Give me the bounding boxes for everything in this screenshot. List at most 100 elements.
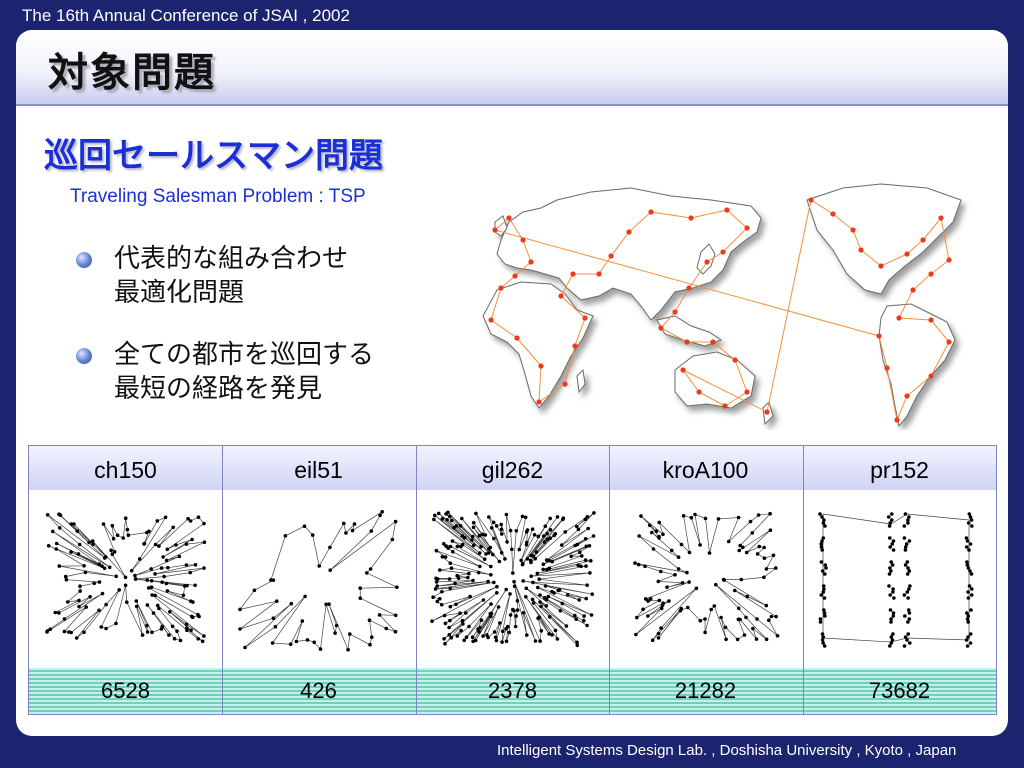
instance-name-gil262: gil262 bbox=[481, 457, 544, 483]
instance-name-ch150: ch150 bbox=[94, 457, 157, 483]
city-point bbox=[657, 534, 661, 539]
city-point bbox=[134, 599, 139, 603]
city-point bbox=[661, 601, 665, 605]
city-point bbox=[380, 510, 384, 514]
city-point bbox=[569, 554, 573, 559]
city-point bbox=[476, 570, 481, 575]
city-point bbox=[661, 532, 665, 537]
city-dot bbox=[572, 343, 578, 349]
city-point bbox=[524, 543, 529, 547]
city-point bbox=[324, 602, 328, 607]
city-dot bbox=[686, 285, 692, 291]
city-point bbox=[769, 614, 774, 619]
city-point bbox=[489, 573, 493, 577]
city-point bbox=[110, 523, 115, 528]
city-point bbox=[656, 579, 661, 584]
city-point bbox=[591, 534, 596, 538]
city-point bbox=[482, 557, 487, 561]
city-point bbox=[83, 570, 88, 575]
city-point bbox=[177, 554, 182, 559]
city-point bbox=[115, 533, 120, 538]
city-point bbox=[188, 570, 192, 575]
city-point bbox=[467, 624, 471, 629]
city-point bbox=[536, 616, 540, 621]
city-point bbox=[51, 529, 55, 534]
city-point bbox=[77, 604, 81, 609]
city-point bbox=[634, 632, 638, 637]
city-point bbox=[902, 644, 907, 648]
city-dot bbox=[514, 335, 520, 341]
city-point bbox=[524, 586, 529, 591]
city-point bbox=[888, 545, 892, 549]
city-point bbox=[289, 601, 294, 606]
city-point bbox=[188, 519, 193, 523]
city-point bbox=[72, 522, 76, 526]
city-point bbox=[820, 548, 824, 552]
city-point bbox=[167, 633, 171, 637]
city-point bbox=[582, 619, 586, 623]
city-point bbox=[888, 644, 892, 648]
city-dot bbox=[830, 211, 836, 217]
city-point bbox=[504, 639, 509, 644]
city-point bbox=[650, 530, 654, 535]
city-point bbox=[823, 524, 827, 528]
city-point bbox=[104, 626, 108, 631]
city-point bbox=[578, 550, 582, 555]
city-point bbox=[45, 629, 50, 633]
city-point bbox=[455, 634, 460, 638]
city-point bbox=[560, 543, 564, 547]
city-dot bbox=[684, 339, 690, 345]
city-point bbox=[483, 533, 488, 537]
city-point bbox=[443, 555, 448, 559]
city-point bbox=[76, 552, 81, 556]
tour-length-kroa100: 21282 bbox=[674, 678, 737, 703]
city-point bbox=[481, 634, 485, 638]
city-point bbox=[698, 543, 702, 547]
city-dot bbox=[492, 227, 498, 233]
city-point bbox=[575, 542, 580, 547]
city-point bbox=[82, 564, 86, 568]
city-point bbox=[823, 614, 827, 618]
city-point bbox=[735, 637, 740, 642]
city-point bbox=[395, 585, 399, 589]
tour-length-pr152: 73682 bbox=[868, 678, 931, 703]
city-point bbox=[892, 596, 896, 600]
city-point bbox=[142, 541, 147, 546]
city-point bbox=[966, 620, 970, 624]
city-point bbox=[305, 638, 310, 642]
city-point bbox=[888, 521, 892, 525]
city-point bbox=[525, 557, 530, 561]
city-point bbox=[902, 536, 907, 540]
city-point bbox=[164, 581, 169, 586]
city-point bbox=[748, 519, 753, 524]
city-dot bbox=[498, 285, 504, 291]
city-point bbox=[443, 621, 448, 626]
city-point bbox=[538, 639, 542, 643]
city-point bbox=[739, 577, 744, 582]
instance-name-pr152: pr152 bbox=[870, 457, 929, 483]
city-dot bbox=[928, 373, 934, 379]
city-dot bbox=[808, 197, 814, 203]
city-point bbox=[969, 572, 974, 576]
city-point bbox=[172, 636, 177, 641]
city-point bbox=[438, 597, 442, 601]
conference-bar: The 16th Annual Conference of JSAI , 200… bbox=[0, 0, 1024, 30]
city-point bbox=[481, 598, 486, 602]
city-point bbox=[709, 607, 713, 612]
city-point bbox=[539, 629, 544, 633]
city-point bbox=[818, 620, 823, 624]
city-point bbox=[431, 595, 435, 599]
city-point bbox=[667, 599, 671, 603]
city-point bbox=[757, 544, 762, 549]
city-point bbox=[774, 614, 778, 619]
city-point bbox=[714, 582, 718, 587]
bullet-line: 代表的な組み合わせ bbox=[114, 244, 349, 274]
city-point bbox=[328, 545, 332, 550]
city-point bbox=[542, 540, 547, 544]
city-point bbox=[467, 571, 471, 576]
city-point bbox=[970, 587, 974, 591]
city-point bbox=[512, 584, 517, 588]
column-divider bbox=[416, 446, 417, 714]
tour-length-row: 6528 426 2378 21282 73682 bbox=[29, 668, 996, 714]
city-dot bbox=[928, 271, 934, 277]
